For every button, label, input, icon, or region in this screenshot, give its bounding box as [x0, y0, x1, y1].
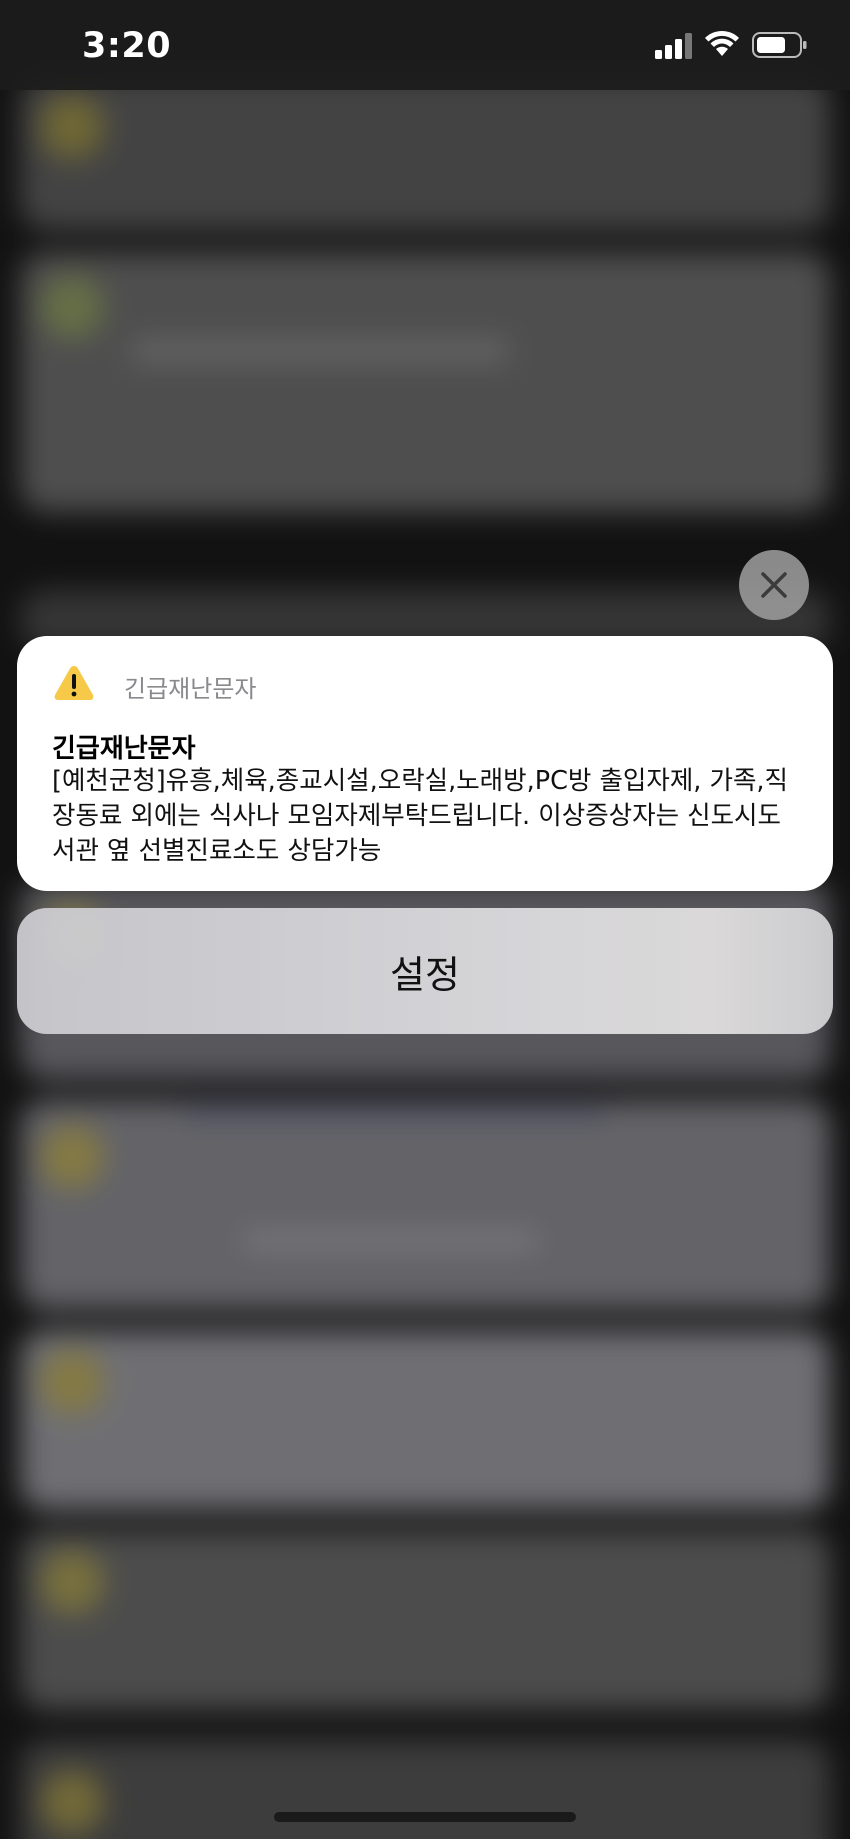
settings-label: 설정 — [390, 952, 460, 997]
lock-screen: 3:20 긴급재난문자 긴급재난문자 [예천군청]유흥,체육,종교시설,오락실,… — [0, 0, 850, 1839]
signal-icon — [655, 33, 692, 59]
home-indicator[interactable] — [274, 1812, 576, 1822]
wifi-icon — [705, 30, 739, 56]
alert-body: [예천군청]유흥,체육,종교시설,오락실,노래방,PC방 출입자제, 가족,직장… — [52, 766, 788, 866]
status-time: 3:20 — [82, 26, 172, 66]
alert-app-name: 긴급재난문자 — [124, 675, 257, 703]
battery-icon — [752, 32, 807, 58]
status-bar: 3:20 — [0, 0, 850, 90]
warning-icon — [54, 666, 94, 700]
settings-button[interactable]: 설정 — [17, 908, 833, 1034]
emergency-alert-notification[interactable]: 긴급재난문자 긴급재난문자 [예천군청]유흥,체육,종교시설,오락실,노래방,P… — [17, 636, 833, 891]
close-icon — [761, 572, 787, 598]
close-button[interactable] — [739, 550, 809, 620]
alert-title: 긴급재난문자 — [52, 734, 196, 764]
